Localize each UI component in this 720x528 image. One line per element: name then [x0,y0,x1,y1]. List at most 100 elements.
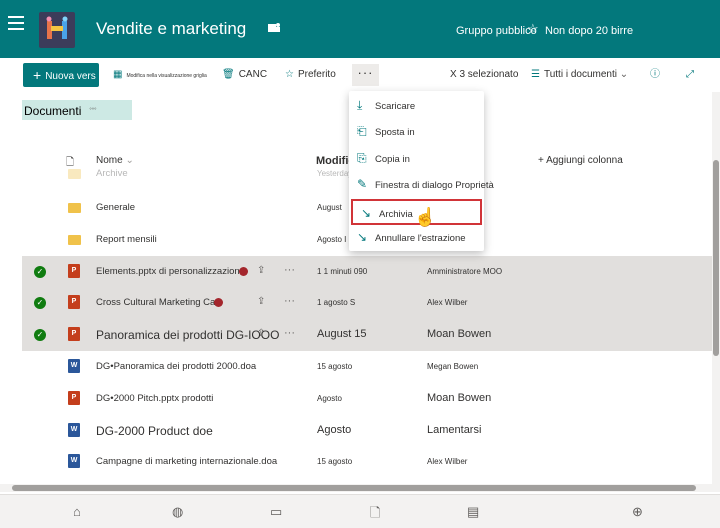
file-name[interactable]: DG•2000 Pitch.pptx prodotti [96,393,213,404]
checkmark-icon[interactable]: ✓ [34,266,46,278]
site-title[interactable]: Vendite e marketing [96,19,246,39]
share-icon[interactable]: ⇪ [257,296,265,307]
library-title: Documenti °°° [22,100,132,120]
new-button[interactable]: + Nuova vers [23,63,99,87]
chevron-down-icon: ⌄ [616,69,629,80]
modified-by: Lamentarsi [427,424,482,436]
download-icon: ⤓ [357,98,363,112]
share-icon[interactable]: ⇪ [257,328,265,339]
vertical-scrollbar-thumb[interactable] [713,160,719,356]
add-column-button[interactable]: + Aggiungi colonna [538,155,623,166]
file-name[interactable]: Generale [96,202,135,213]
word-icon: W [68,423,80,437]
site-header: Vendite e marketing Gruppo pubblico ☆ No… [0,0,720,58]
column-name-label: Nome [96,155,123,166]
word-icon: W [68,454,80,468]
globe-icon[interactable]: ◍ [172,504,183,520]
add-icon[interactable]: ⊕ [632,504,643,520]
menu-item-label: Scaricare [375,101,416,112]
file-name[interactable]: DG•Panoramica dei prodotti 2000.doa [96,361,256,372]
file-name[interactable]: Panoramica dei prodotti DG-IOOO [96,328,279,342]
row-more-icon[interactable]: ··· [284,327,295,339]
menu-item-edit[interactable]: ✎ Finestra di dialogo Proprietà [349,172,494,198]
lists-icon[interactable]: ▤ [467,504,479,520]
powerpoint-icon: P [68,295,80,309]
file-row[interactable]: W DG-2000 Product doe Agosto Lamentarsi [22,415,712,447]
selection-count[interactable]: X 3 selezionato [450,64,518,86]
modified-date: Yesterday [317,169,353,178]
column-name[interactable]: Nome ⌄ [96,155,134,166]
file-row[interactable]: ✓ P Elements.pptx di personalizzazione ⇪ ···… [22,256,712,288]
star-outline-icon: ☆ [285,69,294,80]
menu-item-undo-extract[interactable]: ↘ Annullare l'estrazione [349,225,484,251]
delete-label: CANC [238,69,268,80]
checkmark-icon[interactable]: ✓ [34,329,46,341]
horizontal-scrollbar-thumb[interactable] [12,485,696,491]
horizontal-scrollbar[interactable] [0,484,720,492]
hand-cursor-icon: ☝ [414,207,437,227]
plus-icon: + [33,67,42,83]
copy-icon: ⎘ [357,151,367,165]
block-icon [214,298,223,307]
star-icon[interactable]: ☆ [527,21,539,37]
modified-by: Moan Bowen [427,392,492,404]
news-icon[interactable]: ▭ [270,504,282,520]
file-row[interactable]: P DG•2000 Pitch.pptx prodotti Agosto Moan B… [22,383,712,415]
modified-by: Amministratore MOO [427,267,503,276]
grid-icon: ▦ [113,69,123,80]
move-icon: ⎗ [357,124,367,138]
menu-item-label: Finestra di dialogo Proprietà [375,180,494,191]
menu-item-move[interactable]: ⎗ Sposta in [349,119,484,145]
powerpoint-icon: P [68,327,80,341]
row-more-icon[interactable]: ··· [284,264,295,276]
teams-icon[interactable] [267,21,281,35]
file-name[interactable]: Archive [96,168,128,179]
file-name[interactable]: Elements.pptx di personalizzazione [96,266,245,277]
file-icon[interactable]: 🗋 [370,504,380,526]
menu-item-copy[interactable]: ⎘ Copia in [349,146,484,172]
command-bar: + Nuova vers ▦ Modifica nella visualizzazi… [0,58,712,92]
folder-icon [68,203,81,213]
file-name[interactable]: DG-2000 Product doe [96,424,213,438]
expand-icon[interactable]: ⤢ [686,64,694,86]
powerpoint-icon: P [68,264,80,278]
view-label: Tutti i documenti [543,69,617,80]
file-name[interactable]: Campagne di marketing internazionale.doa [96,456,277,467]
undo-extract-icon: ↘ [357,230,368,244]
file-row[interactable]: ✓ P Panoramica dei prodotti DG-IOOO ⇪ ··· Aug… [22,319,712,351]
folder-icon [68,169,81,179]
menu-item-download[interactable]: ⤓ Scaricare [349,93,484,119]
library-title-badge: °°° [89,108,97,114]
follow-label[interactable]: Non dopo 20 birre [545,25,633,37]
checkmark-icon[interactable]: ✓ [34,297,46,309]
modified-date: 1 agosto S [317,298,356,307]
menu-item-label: Sposta in [375,127,415,138]
file-row[interactable]: W DG•Panoramica dei prodotti 2000.doa 15 a… [22,351,712,383]
vertical-scrollbar[interactable] [712,92,720,484]
modified-date: 15 agosto [317,457,353,466]
more-actions-button[interactable]: ··· [352,64,379,86]
file-row[interactable]: W Campagne di marketing internazionale.do… [22,446,712,478]
menu-item-label: Annullare l'estrazione [375,233,466,244]
hamburger-menu-icon[interactable] [8,16,24,30]
info-icon[interactable]: ⓘ [650,64,660,86]
favorite-button[interactable]: ☆ Preferito [285,64,336,86]
menu-item-label: Archivia [379,209,413,220]
library-title-text: Documenti [24,104,82,118]
file-row[interactable]: ✓ P Cross Cultural Marketing Ca. ⇪ ··· 1 agos… [22,287,712,319]
site-logo [39,12,75,48]
home-icon[interactable]: ⌂ [73,504,81,519]
modified-date: August [317,203,342,212]
chevron-down-icon: ⌄ [125,155,134,166]
folder-icon [68,235,81,245]
trash-icon: 🗑 [222,69,235,80]
file-name[interactable]: Report mensili [96,234,157,245]
view-selector[interactable]: ☰ Tutti i documenti ⌄ [531,64,628,86]
edit-grid-view-button[interactable]: ▦ Modifica nella visualizzazione griglia [113,64,207,86]
new-button-label: Nuova vers [45,71,96,82]
row-more-icon[interactable]: ··· [284,295,295,307]
share-icon[interactable]: ⇪ [257,265,265,276]
modified-by: Alex Wilber [427,298,468,307]
file-name[interactable]: Cross Cultural Marketing Ca. [96,297,218,308]
delete-button[interactable]: 🗑 CANC [222,64,267,86]
